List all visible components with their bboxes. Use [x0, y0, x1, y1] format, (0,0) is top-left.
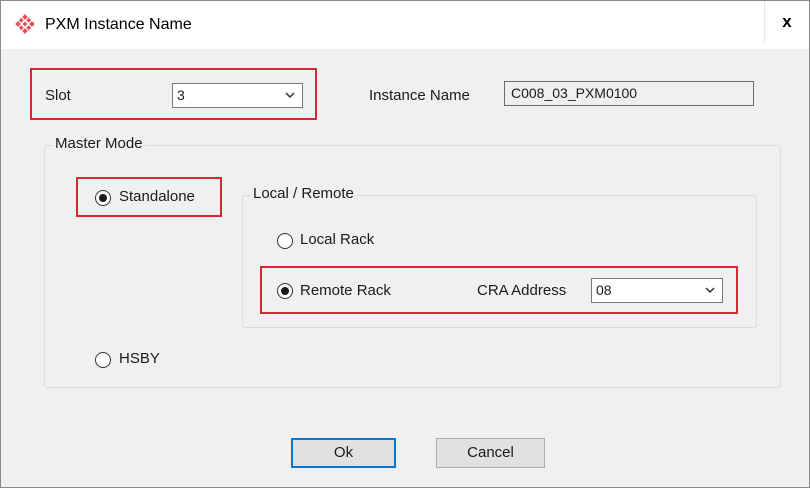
hsby-radio[interactable]: [95, 352, 111, 368]
title-bar: PXM Instance Name x: [1, 1, 809, 49]
ok-button[interactable]: Ok: [291, 438, 396, 468]
instance-name-value: C008_03_PXM0100: [511, 85, 638, 101]
app-logo-icon: [15, 14, 35, 34]
window-title: PXM Instance Name: [45, 16, 192, 33]
cra-address-value: 08: [596, 282, 612, 298]
cancel-button[interactable]: Cancel: [436, 438, 545, 468]
instance-name-field: C008_03_PXM0100: [504, 81, 754, 106]
close-button[interactable]: x: [764, 1, 809, 43]
cra-address-select[interactable]: 08: [591, 278, 723, 303]
local-rack-radio[interactable]: [277, 233, 293, 249]
local-remote-title: Local / Remote: [251, 185, 356, 202]
remote-rack-label[interactable]: Remote Rack: [300, 282, 391, 299]
instance-name-label: Instance Name: [369, 87, 470, 104]
pxm-instance-dialog: PXM Instance Name x Slot 3 Instance Name…: [0, 0, 810, 488]
chevron-down-icon: [705, 287, 715, 294]
chevron-down-icon: [285, 92, 295, 99]
standalone-label[interactable]: Standalone: [119, 188, 195, 205]
slot-value: 3: [177, 87, 185, 103]
hsby-label[interactable]: HSBY: [119, 350, 160, 367]
slot-select[interactable]: 3: [172, 83, 303, 108]
cra-address-label: CRA Address: [477, 282, 567, 299]
standalone-radio[interactable]: [95, 190, 111, 206]
slot-label: Slot: [45, 87, 71, 104]
remote-rack-radio[interactable]: [277, 283, 293, 299]
local-rack-label[interactable]: Local Rack: [300, 231, 374, 248]
master-mode-title: Master Mode: [53, 135, 145, 152]
